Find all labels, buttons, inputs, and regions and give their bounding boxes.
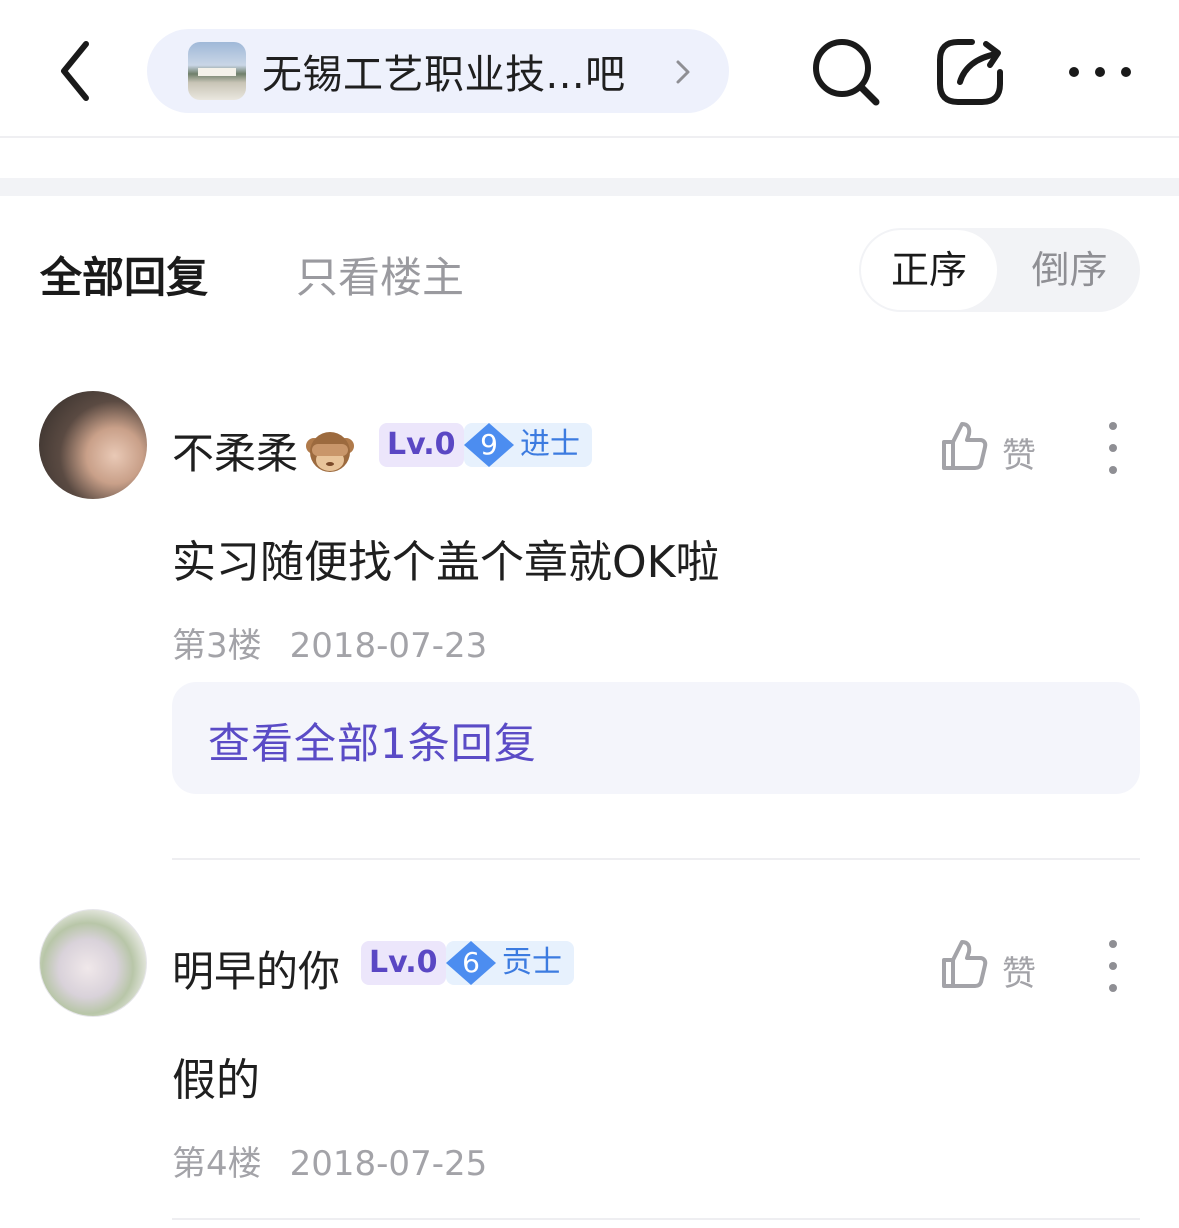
post-meta: 第3楼 2018-07-23: [172, 618, 487, 667]
rank-badge: 6 贡士: [446, 941, 574, 985]
post-menu-button[interactable]: [1100, 420, 1126, 476]
post-divider: [172, 858, 1140, 860]
rank-number: 6: [462, 946, 480, 979]
reply-filter-row: 全部回复 只看楼主 正序 倒序: [0, 228, 1179, 312]
more-button[interactable]: [1062, 34, 1138, 110]
like-button[interactable]: 赞: [940, 420, 1050, 476]
sort-ascending-option[interactable]: 正序: [861, 230, 997, 310]
like-label: 赞: [1002, 954, 1036, 994]
tab-all-replies[interactable]: 全部回复: [40, 244, 208, 305]
search-button[interactable]: [808, 34, 884, 110]
level-badge: Lv.0: [379, 423, 464, 467]
kebab-icon: [1109, 940, 1117, 992]
username[interactable]: 不柔柔: [172, 420, 356, 481]
rank-title: 进士: [520, 427, 580, 462]
floor-number: 第4楼: [172, 1144, 262, 1184]
post-meta: 第4楼 2018-07-25: [172, 1136, 487, 1185]
rank-number: 9: [480, 428, 498, 461]
tab-op-only[interactable]: 只看楼主: [296, 244, 464, 305]
like-label: 赞: [1002, 436, 1036, 476]
share-icon: [937, 39, 1003, 105]
thumbs-up-icon: [942, 940, 988, 988]
reply-post: 明早的你 Lv.0 6 贡士 赞 假的 第4楼 2018-07-25: [0, 908, 1179, 1208]
view-all-replies-link[interactable]: 查看全部1条回复: [208, 710, 537, 771]
post-date: 2018-07-23: [289, 626, 488, 666]
search-icon: [813, 39, 880, 106]
floor-number: 第3楼: [172, 626, 262, 666]
avatar[interactable]: [39, 909, 147, 1017]
reply-post: 不柔柔 Lv.0 9 进士 赞 实习随便找个盖个章就OK啦 第3楼 2018-07…: [0, 390, 1179, 860]
back-button[interactable]: [50, 36, 110, 106]
sub-replies-box[interactable]: 查看全部1条回复: [172, 682, 1140, 794]
chevron-right-icon: [676, 60, 690, 84]
username[interactable]: 明早的你: [172, 938, 340, 999]
forum-name: 无锡工艺职业技...吧: [262, 52, 626, 98]
thumbs-up-icon: [942, 422, 988, 470]
more-icon: [1069, 67, 1131, 77]
forum-thumbnail: [188, 42, 246, 100]
kebab-icon: [1109, 422, 1117, 474]
post-content: 实习随便找个盖个章就OK啦: [172, 537, 720, 588]
avatar[interactable]: [39, 391, 147, 499]
username-text: 不柔柔: [172, 429, 299, 478]
sort-toggle: 正序 倒序: [859, 228, 1140, 312]
post-menu-button[interactable]: [1100, 938, 1126, 994]
post-date: 2018-07-25: [289, 1144, 488, 1184]
share-button[interactable]: [932, 34, 1008, 110]
top-navigation-bar: 无锡工艺职业技...吧: [0, 0, 1179, 138]
level-badge: Lv.0: [361, 941, 446, 985]
rank-title: 贡士: [502, 945, 562, 980]
like-button[interactable]: 赞: [940, 938, 1050, 994]
section-divider: [0, 178, 1179, 196]
rank-badge: 9 进士: [464, 423, 592, 467]
username-text: 明早的你: [172, 947, 341, 996]
post-content: 假的: [172, 1055, 260, 1106]
post-divider: [172, 1218, 1140, 1220]
back-arrow-icon: [61, 41, 89, 101]
sort-descending-option[interactable]: 倒序: [999, 228, 1140, 312]
see-no-evil-monkey-emoji: [306, 432, 355, 472]
forum-title-pill[interactable]: 无锡工艺职业技...吧: [147, 29, 729, 113]
